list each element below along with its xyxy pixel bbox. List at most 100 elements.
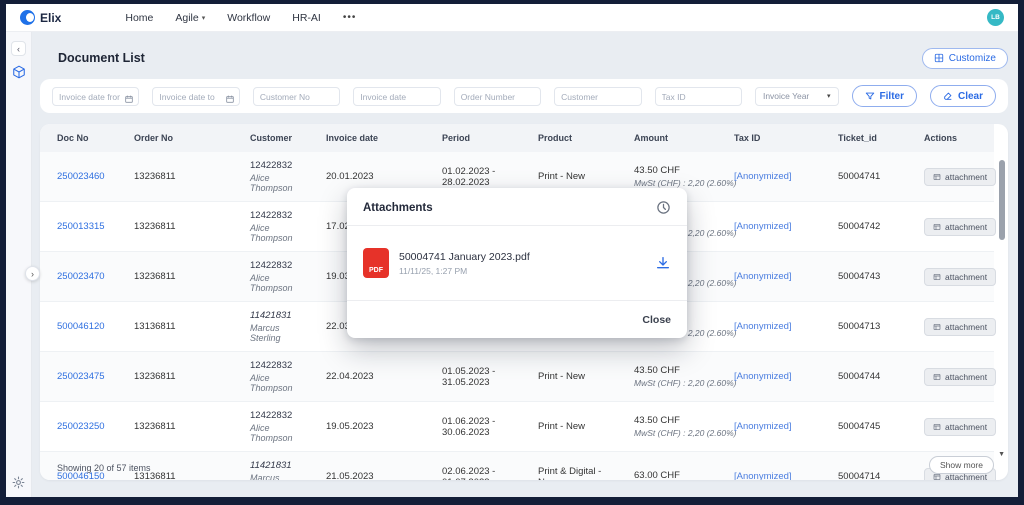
chevron-down-icon: ▾ [201,14,206,22]
attachment-button[interactable]: attachment [924,417,997,436]
customize-grid-icon [934,53,943,63]
expand-sidebar-icon[interactable]: › [25,266,40,281]
nav-item-workflow[interactable]: Workflow [227,12,270,24]
customer-name: Alice Thompson [250,423,293,443]
amount-value: 43.50 CHF [634,415,680,426]
column-header-invoice-date: Invoice date [318,124,434,152]
amount-value: 43.50 CHF [634,365,680,376]
doc-no-link[interactable]: 250013315 [57,221,105,232]
brand[interactable]: Elix [20,10,61,25]
package-icon[interactable] [12,65,26,79]
modal-title: Attachments [363,201,433,214]
amount-vat: MwSt (CHF) : 2,20 (2.60%) [634,378,737,388]
show-more-button[interactable]: Show more [929,456,994,474]
scroll-down-arrow-icon[interactable]: ▼ [998,451,1005,458]
tax-id-link[interactable]: [Anonymized] [734,421,792,432]
customer-no-field-wrap [252,87,341,106]
nav-item-home[interactable]: Home [125,12,153,24]
order-number-field-wrap [453,87,542,106]
customer-no-input[interactable] [252,87,341,106]
download-icon[interactable] [655,255,671,271]
invoice-date-to-field-wrap [152,87,240,106]
customer-no: 12422832 [250,260,293,271]
results-count: Showing 20 of 57 items [57,463,151,473]
ticket-id-cell: 50004745 [830,401,916,452]
brand-name: Elix [40,10,62,25]
collapse-sidebar-icon[interactable]: ‹ [11,41,26,56]
clear-button[interactable]: Clear [929,85,996,107]
nav-hr-ai-label: HR-AI [292,11,321,24]
customer-cell: 12422832 Alice Thompson [242,201,318,252]
ticket-id-cell: 50004742 [830,201,916,252]
customer-name: Marcus Sterling [250,473,280,480]
customer-no: 12422832 [250,410,293,421]
order-no-cell: 13236811 [126,152,242,202]
nav-item-hr-ai[interactable]: HR-AI [292,12,321,24]
doc-no-link[interactable]: 250023460 [57,171,105,182]
attachment-button[interactable]: attachment [924,167,997,186]
attachment-button[interactable]: attachment [924,267,997,286]
filter-button[interactable]: Filter [851,85,917,107]
doc-no-link[interactable]: 250023475 [57,371,105,382]
customer-name: Marcus Sterling [250,323,281,343]
product-cell: Print - New [530,351,626,402]
column-header-amount: Amount [626,124,726,152]
order-no-cell: 13236811 [126,201,242,252]
more-menu-icon[interactable]: ••• [343,12,357,23]
avatar[interactable]: LB [987,9,1004,26]
nav-item-agile[interactable]: Agile ▾ [175,12,205,24]
page-title: Document List [58,51,145,65]
ticket-id-cell: 50004744 [830,351,916,402]
attachment-label: attachment [945,371,988,382]
invoice-date-from-input[interactable] [52,87,140,106]
customize-label: Customize [948,52,996,64]
period-cell: 02.06.2023 - 01.07.2023 [434,451,530,480]
amount-cell: 43.50 CHF MwSt (CHF) : 2,20 (2.60%) [626,351,737,402]
attachment-label: attachment [945,171,988,182]
amount-cell: 63.00 CHF [626,451,726,480]
doc-no-link[interactable]: 500046120 [57,321,105,332]
settings-gear-icon[interactable] [6,476,31,489]
attachments-modal: Attachments PDF 50004741 January 2023.pd… [347,188,687,338]
ticket-id-cell: 50004713 [830,301,916,352]
attachment-grid-icon [933,273,941,280]
order-no-cell: 13236811 [126,401,242,452]
tax-id-link[interactable]: [Anonymized] [734,171,792,182]
amount-vat: MwSt (CHF) : 2,20 (2.60%) [634,178,737,188]
tax-id-link[interactable]: [Anonymized] [734,271,792,282]
customer-cell: 12422832 Alice Thompson [242,351,318,402]
tax-id-link[interactable]: [Anonymized] [734,221,792,232]
attachment-grid-icon [933,173,941,180]
history-icon[interactable] [656,200,671,215]
order-no-cell: 13136811 [126,301,242,352]
customer-cell: 12422832 Alice Thompson [242,152,318,202]
invoice-year-select[interactable]: Invoice Year ▾ [754,86,839,106]
customer-no: 12422832 [250,160,293,171]
attachment-label: attachment [945,221,988,232]
attachment-button[interactable]: attachment [924,367,997,386]
tax-id-input[interactable] [654,87,742,106]
tax-id-link[interactable]: [Anonymized] [734,371,792,382]
order-number-input[interactable] [453,87,542,106]
scrollbar-thumb[interactable] [999,160,1005,240]
invoice-date-cell: 19.05.2023 [318,401,434,452]
customer-no: 12422832 [250,210,293,221]
customize-button[interactable]: Customize [921,47,1008,69]
customer-input[interactable] [554,87,642,106]
invoice-date-input[interactable] [353,87,441,106]
attachment-file-timestamp: 11/11/25, 1:27 PM [399,265,468,276]
attachment-button[interactable]: attachment [924,217,997,236]
doc-no-link[interactable]: 250023250 [57,421,105,432]
attachment-button[interactable]: attachment [924,317,997,336]
sidebar: ‹ [6,32,32,497]
top-navigation-bar: Elix Home Agile ▾ Workflow HR-AI ••• LB [6,4,1018,32]
attachment-grid-icon [933,373,941,380]
invoice-date-to-input[interactable] [152,87,240,106]
customer-no: 11421831 [250,310,292,321]
tax-id-link[interactable]: [Anonymized] [734,471,792,480]
ticket-id-cell: 50004714 [830,451,916,480]
doc-no-link[interactable]: 250023470 [57,271,105,282]
customer-cell: 11421831 Marcus Sterling [242,451,318,480]
close-button[interactable]: Close [642,314,671,326]
tax-id-link[interactable]: [Anonymized] [734,321,792,332]
